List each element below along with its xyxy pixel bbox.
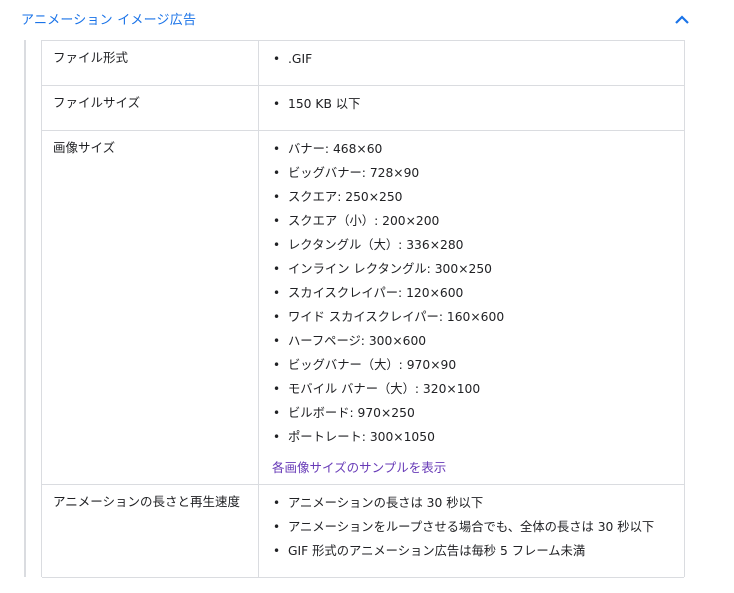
list-item: ビッグバナー: 728×90	[273, 161, 504, 185]
list-item: スクエア（小）: 200×200	[273, 209, 504, 233]
list-item: GIF 形式のアニメーション広告は毎秒 5 フレーム未満	[273, 539, 654, 563]
view-samples-link[interactable]: 各画像サイズのサンプルを表示	[272, 457, 446, 476]
row-label: ファイル形式	[53, 50, 129, 65]
spec-table: ファイル形式 .GIF ファイルサイズ 150 KB 以下 画像サイズ バナー:…	[41, 40, 685, 578]
list-item: バナー: 468×60	[273, 137, 504, 161]
list-item: モバイル バナー（大）: 320×100	[273, 377, 504, 401]
chevron-up-icon[interactable]	[673, 12, 691, 26]
table-row-animation-length: アニメーションの長さと再生速度 アニメーションの長さは 30 秒以下 アニメーシ…	[42, 485, 684, 578]
section-title[interactable]: アニメーション イメージ広告	[21, 9, 196, 28]
table-row-file-size: ファイルサイズ 150 KB 以下	[42, 86, 684, 131]
list-item: .GIF	[273, 47, 312, 71]
section-header[interactable]: アニメーション イメージ広告	[0, 0, 734, 38]
list-item: スクエア: 250×250	[273, 185, 504, 209]
table-row-file-format: ファイル形式 .GIF	[42, 41, 684, 86]
list-item: 150 KB 以下	[273, 92, 360, 116]
row-label: ファイルサイズ	[53, 95, 141, 110]
row-label: 画像サイズ	[53, 140, 116, 155]
list-item: スカイスクレイパー: 120×600	[273, 281, 504, 305]
row-values: バナー: 468×60 ビッグバナー: 728×90 スクエア: 250×250…	[273, 137, 504, 449]
row-values: .GIF	[273, 47, 312, 71]
list-item: ハーフページ: 300×600	[273, 329, 504, 353]
row-label: アニメーションの長さと再生速度	[53, 494, 241, 509]
list-item: レクタングル（大）: 336×280	[273, 233, 504, 257]
section-left-rule	[24, 40, 26, 577]
list-item: インライン レクタングル: 300×250	[273, 257, 504, 281]
list-item: ポートレート: 300×1050	[273, 425, 504, 449]
list-item: アニメーションをループさせる場合でも、全体の長さは 30 秒以下	[273, 515, 654, 539]
row-values: アニメーションの長さは 30 秒以下 アニメーションをループさせる場合でも、全体…	[273, 491, 654, 563]
list-item: ビッグバナー（大）: 970×90	[273, 353, 504, 377]
list-item: ワイド スカイスクレイパー: 160×600	[273, 305, 504, 329]
list-item: アニメーションの長さは 30 秒以下	[273, 491, 654, 515]
list-item: ビルボード: 970×250	[273, 401, 504, 425]
row-values: 150 KB 以下	[273, 92, 360, 116]
table-row-image-size: 画像サイズ バナー: 468×60 ビッグバナー: 728×90 スクエア: 2…	[42, 131, 684, 485]
